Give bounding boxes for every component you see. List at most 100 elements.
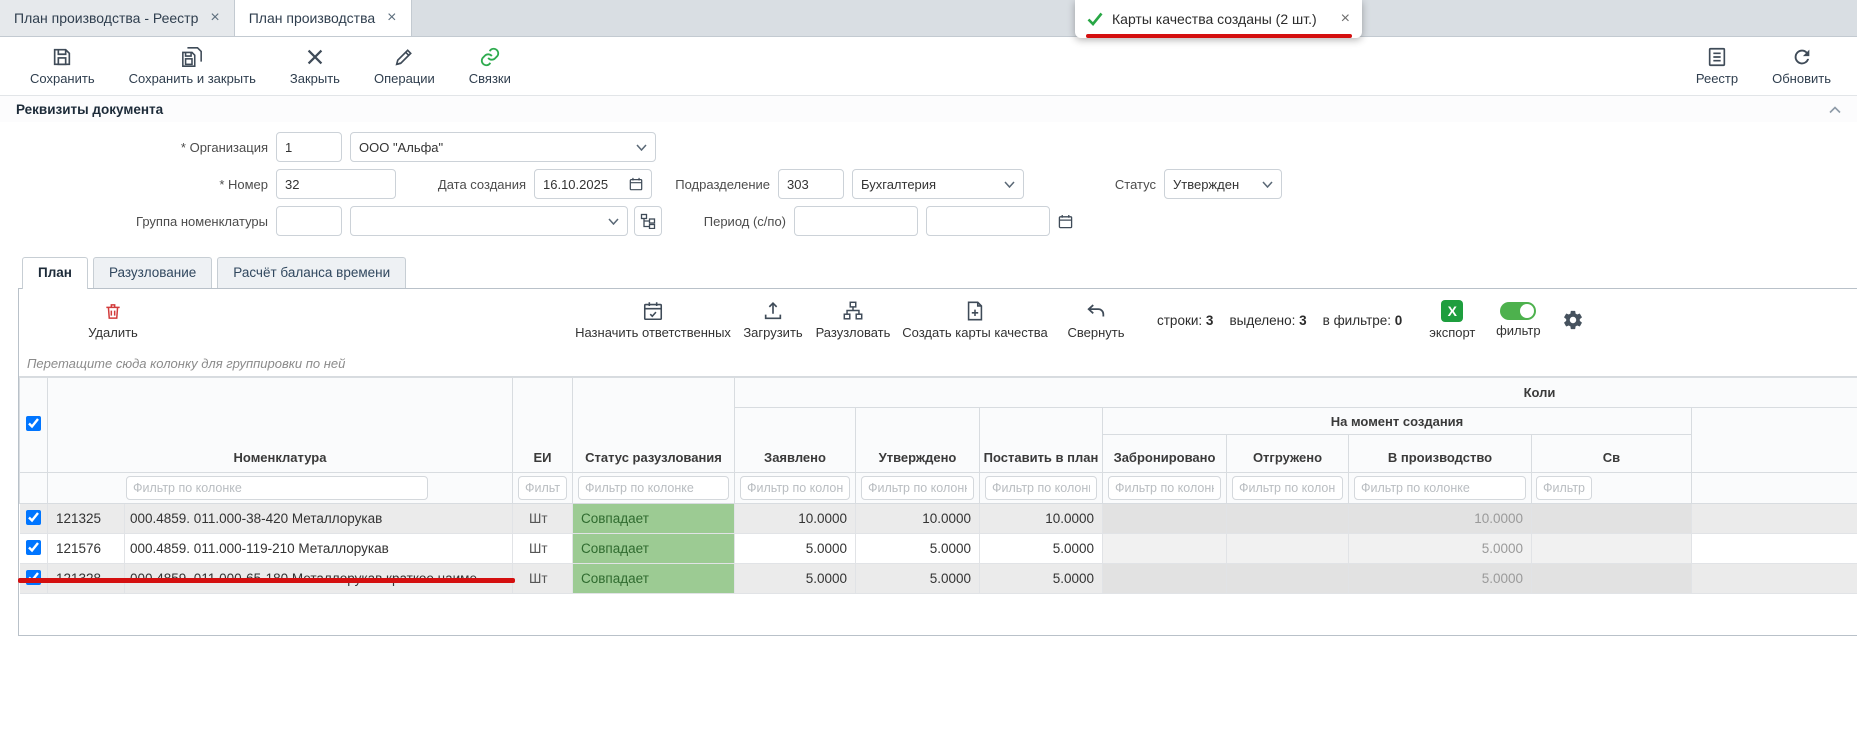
selected-count: выделено: 3 [1229,313,1306,328]
chevron-down-icon [636,144,647,151]
links-icon [479,46,501,68]
links-button[interactable]: Связки [469,46,511,86]
cell-declared: 5.0000 [735,564,856,594]
cell-in-production: 10.0000 [1349,504,1532,534]
tree-icon [640,213,656,229]
toast-notification: Карты качества созданы (2 шт.) × [1075,0,1362,38]
group-by-hint[interactable]: Перетащите сюда колонку для группировки … [19,351,1857,377]
division-value: Бухгалтерия [861,177,936,192]
period-from-field[interactable] [794,206,918,236]
filter-toggle[interactable]: фильтр [1492,302,1544,338]
nomenclature-group-code-field[interactable] [276,206,342,236]
save-and-close-button[interactable]: Сохранить и закрыть [129,46,256,86]
chevron-down-icon [608,218,619,225]
group-header-at-creation: На момент создания [1103,408,1692,435]
annotation-underline-row [18,578,515,583]
organization-code-field[interactable] [276,132,342,162]
delete-button[interactable]: Удалить [81,301,145,340]
column-header-to-plan[interactable]: Поставить в план [980,408,1103,473]
period-to-field[interactable] [926,206,1050,236]
table-row[interactable]: 121576 000.4859. 011.000-119-210 Металло… [20,534,1857,564]
toggle-on-icon[interactable] [1500,302,1536,320]
nomenclature-group-select[interactable] [350,206,628,236]
column-header-shipped[interactable]: Отгружено [1227,435,1349,473]
assign-responsible-button[interactable]: Назначить ответственных [573,300,733,340]
tab-close-icon[interactable]: × [210,10,219,26]
grid-stats: строки: 3 выделено: 3 в фильтре: 0 [1157,313,1402,328]
tab-explosion[interactable]: Разузлование [93,257,212,288]
close-icon [304,46,326,68]
filter-input-to-plan[interactable] [985,476,1097,500]
requisites-section-header[interactable]: Реквизиты документа [0,95,1857,122]
cell-filler [1692,564,1857,594]
filter-input-shipped[interactable] [1232,476,1343,500]
tab-plan-document[interactable]: План производства × [235,0,412,36]
delete-label: Удалить [88,325,138,340]
grid-settings-button[interactable] [1562,309,1584,331]
filter-cell-declared [735,473,856,504]
column-header-declared[interactable]: Заявлено [735,408,856,473]
select-all-checkbox-cell [20,378,48,473]
export-button[interactable]: X экспорт [1424,300,1480,340]
tab-close-icon[interactable]: × [387,10,396,26]
toast-close-icon[interactable]: × [1341,10,1350,28]
collapse-chevron-icon[interactable] [1829,102,1841,117]
save-button[interactable]: Сохранить [30,46,95,86]
plan-tabbar: План Разузлование Расчёт баланса времени [0,257,1857,288]
close-button[interactable]: Закрыть [290,46,340,86]
date-field[interactable]: 16.10.2025 [534,169,652,199]
filter-input-in-production[interactable] [1354,476,1526,500]
filter-input-nomenclature[interactable] [126,476,428,500]
column-header-unit[interactable]: ЕИ [513,378,573,473]
period-label: Период (с/по) [662,214,786,229]
organization-select[interactable]: ООО "Альфа" [350,132,656,162]
explode-button[interactable]: Разузловать [809,300,897,340]
grid-toolbar: Удалить Назначить ответственных Загрузит… [19,289,1857,351]
registry-icon [1706,46,1728,68]
division-code-field[interactable] [778,169,844,199]
column-header-free[interactable]: Св [1532,435,1692,473]
filter-input-reserved[interactable] [1108,476,1221,500]
save-close-label: Сохранить и закрыть [129,71,256,86]
filter-input-declared[interactable] [740,476,850,500]
registry-button[interactable]: Реестр [1696,46,1738,86]
column-header-approved[interactable]: Утверждено [856,408,980,473]
status-value: Утвержден [1173,177,1239,192]
filter-input-unit[interactable] [518,476,567,500]
tab-time-balance[interactable]: Расчёт баланса времени [217,257,406,288]
status-select[interactable]: Утвержден [1164,169,1282,199]
load-button[interactable]: Загрузить [737,300,809,340]
toolbar-right-group: Реестр Обновить [1662,46,1831,86]
column-header-reserved[interactable]: Забронировано [1103,435,1227,473]
calendar-icon [629,177,643,191]
nomenclature-tree-button[interactable] [634,206,662,236]
column-header-status[interactable]: Статус разузлования [573,378,735,473]
explode-label: Разузловать [816,325,891,340]
cell-id: 121576 [48,534,125,564]
refresh-button[interactable]: Обновить [1772,46,1831,86]
operations-button[interactable]: Операции [374,46,435,86]
plan-panel: Удалить Назначить ответственных Загрузит… [18,288,1857,636]
create-quality-cards-button[interactable]: Создать карты качества [898,300,1052,340]
number-field[interactable] [276,169,396,199]
row-checkbox[interactable] [26,510,41,525]
plan-grid: Номенклатура ЕИ Статус разузлования Коли… [19,377,1857,594]
tab-plan[interactable]: План [22,257,88,289]
period-calendar-button[interactable] [1058,214,1073,229]
table-row[interactable]: 121325 000.4859. 011.000-38-420 Металлор… [20,504,1857,534]
collapse-button[interactable]: Свернуть [1063,300,1129,340]
cell-status: Совпадает [573,504,735,534]
row-checkbox[interactable] [26,540,41,555]
cell-nomenclature: 000.4859. 011.000-119-210 Металлорукав [125,534,513,564]
tab-plan-registry[interactable]: План производства - Реестр × [0,0,235,36]
filter-input-free[interactable] [1536,476,1592,500]
cell-reserved [1103,564,1227,594]
filter-input-approved[interactable] [861,476,974,500]
filter-input-status[interactable] [578,476,729,500]
column-header-in-production[interactable]: В производство [1349,435,1532,473]
division-select[interactable]: Бухгалтерия [852,169,1024,199]
refresh-icon [1791,46,1813,68]
select-all-checkbox[interactable] [26,416,41,431]
column-header-nomenclature[interactable]: Номенклатура [48,378,513,473]
date-label: Дата создания [396,177,526,192]
